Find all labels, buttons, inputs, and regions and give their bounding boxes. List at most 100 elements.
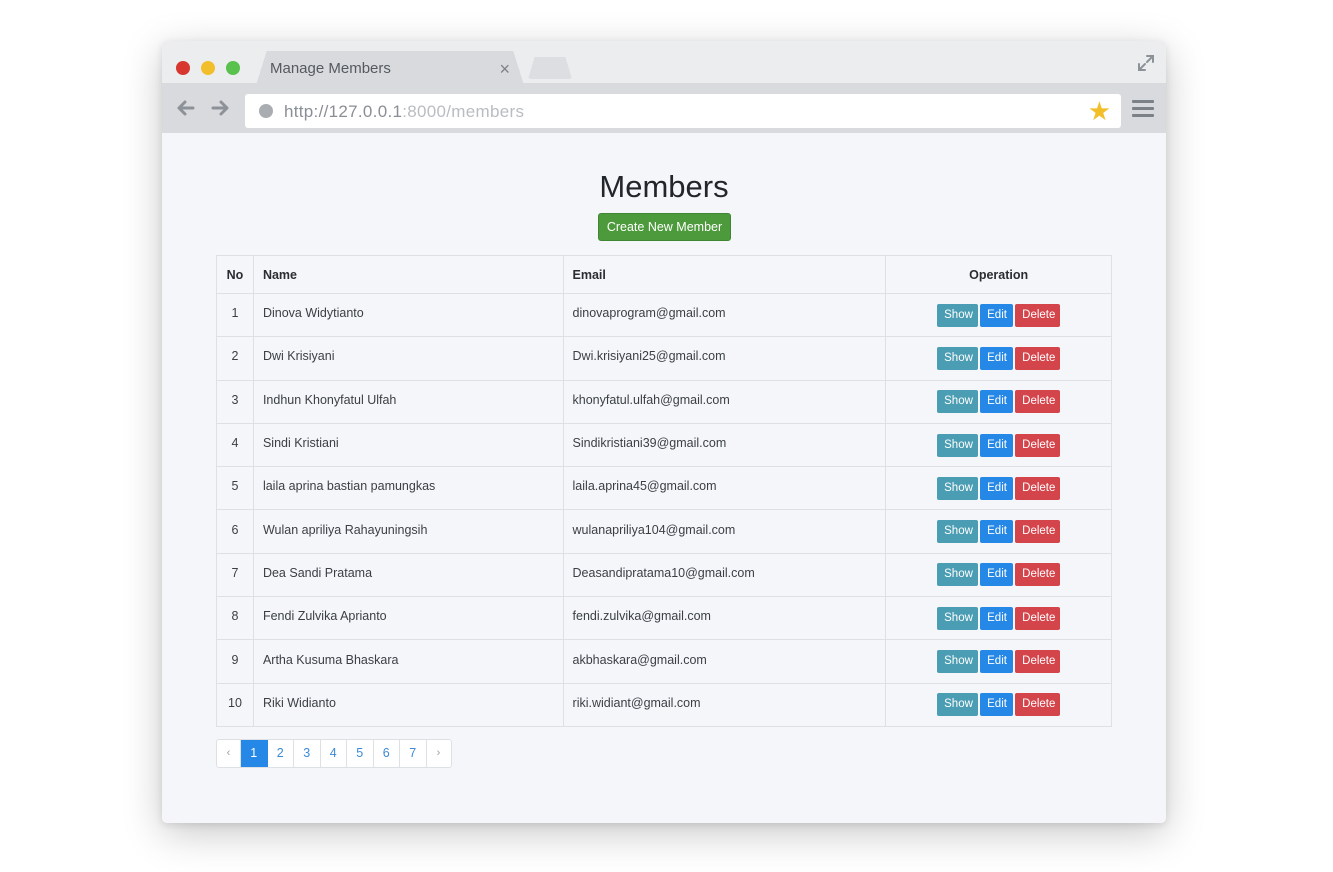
row-number: 8 [216, 596, 254, 641]
new-tab-button[interactable] [528, 57, 572, 79]
table-row: 8 Fendi Zulvika Aprianto fendi.zulvika@gma… [216, 596, 1112, 641]
show-button[interactable]: Show [937, 476, 979, 500]
operation-cell: Show Edit Delete [885, 379, 1112, 424]
show-button[interactable]: Show [937, 563, 979, 587]
edit-button[interactable]: Edit [980, 520, 1014, 544]
expand-icon[interactable] [1136, 53, 1156, 73]
site-info-icon[interactable] [259, 104, 273, 118]
show-button[interactable]: Show [937, 303, 979, 327]
member-email: riki.widiant@gmail.com [562, 682, 887, 727]
edit-button[interactable]: Edit [980, 303, 1014, 327]
delete-button[interactable]: Delete [1015, 390, 1061, 414]
edit-button[interactable]: Edit [980, 476, 1014, 500]
edit-button[interactable]: Edit [980, 693, 1014, 717]
maximize-window-button[interactable] [226, 61, 240, 75]
pagination-page-1[interactable]: 1 [241, 740, 268, 767]
close-window-button[interactable] [176, 61, 190, 75]
member-name: Artha Kusuma Bhaskara [252, 639, 564, 684]
table-row: 7 Dea Sandi Pratama Deasandipratama10@gmai… [216, 552, 1112, 598]
delete-button[interactable]: Delete [1015, 346, 1061, 370]
member-email: wulanapriliya104@gmail.com [562, 509, 887, 554]
header-email: Email [562, 255, 887, 294]
delete-button[interactable]: Delete [1015, 563, 1061, 587]
create-new-member-button[interactable]: Create New Member [598, 213, 731, 241]
edit-button[interactable]: Edit [980, 433, 1014, 457]
hamburger-menu-icon[interactable] [1132, 100, 1154, 118]
row-number: 6 [216, 509, 254, 554]
member-name: laila aprina bastian pamungkas [252, 466, 564, 511]
address-bar[interactable]: http://127.0.0.1:8000/members ★ [245, 94, 1121, 128]
url-path: :8000/members [402, 102, 525, 121]
member-name: Riki Widianto [252, 682, 564, 727]
pagination-page-6[interactable]: 6 [374, 740, 400, 767]
member-email: Sindikristiani39@gmail.com [562, 422, 887, 468]
row-number: 4 [216, 422, 254, 468]
delete-button[interactable]: Delete [1015, 693, 1061, 717]
show-button[interactable]: Show [937, 606, 979, 630]
edit-button[interactable]: Edit [980, 606, 1014, 630]
pagination-page-4[interactable]: 4 [321, 740, 347, 767]
table-row: 9 Artha Kusuma Bhaskara akbhaskara@gmail.c… [216, 639, 1112, 684]
row-number: 10 [216, 682, 254, 727]
pagination-page-3[interactable]: 3 [294, 740, 321, 767]
member-email: dinovaprogram@gmail.com [562, 292, 887, 338]
member-name: Fendi Zulvika Aprianto [252, 596, 564, 641]
browser-toolbar: http://127.0.0.1:8000/members ★ [162, 83, 1166, 133]
member-email: laila.aprina45@gmail.com [562, 466, 887, 511]
show-button[interactable]: Show [937, 693, 979, 717]
edit-button[interactable]: Edit [980, 390, 1014, 414]
member-email: fendi.zulvika@gmail.com [562, 596, 887, 641]
pagination-page-7[interactable]: 7 [400, 740, 427, 767]
arrow-right-icon[interactable] [208, 96, 232, 120]
delete-button[interactable]: Delete [1015, 520, 1061, 544]
operation-cell: Show Edit Delete [885, 682, 1112, 727]
show-button[interactable]: Show [937, 650, 979, 674]
delete-button[interactable]: Delete [1015, 476, 1061, 500]
operation-cell: Show Edit Delete [885, 639, 1112, 684]
table-row: 2 Dwi Krisiyani Dwi.krisiyani25@gmail.com S… [216, 336, 1112, 381]
operation-cell: Show Edit Delete [885, 509, 1112, 554]
tab-close-icon[interactable]: × [499, 59, 510, 80]
operation-cell: Show Edit Delete [885, 552, 1112, 598]
tab-title: Manage Members [270, 60, 391, 77]
header-name: Name [252, 255, 564, 294]
page-content: Members Create New Member No Name Email … [162, 133, 1166, 823]
delete-button[interactable]: Delete [1015, 606, 1061, 630]
delete-button[interactable]: Delete [1015, 650, 1061, 674]
minimize-window-button[interactable] [201, 61, 215, 75]
show-button[interactable]: Show [937, 390, 979, 414]
edit-button[interactable]: Edit [980, 346, 1014, 370]
bookmark-star-icon[interactable]: ★ [1088, 98, 1111, 124]
edit-button[interactable]: Edit [980, 650, 1014, 674]
header-no: No [216, 255, 254, 294]
browser-window: Manage Members × http://127.0.0.1:8000/m… [162, 41, 1166, 823]
member-name: Wulan apriliya Rahayuningsih [252, 509, 564, 554]
member-email: akbhaskara@gmail.com [562, 639, 887, 684]
members-table: No Name Email Operation 1 Dinova Widytian… [216, 255, 1112, 727]
delete-button[interactable]: Delete [1015, 303, 1061, 327]
show-button[interactable]: Show [937, 346, 979, 370]
pagination-page-5[interactable]: 5 [347, 740, 374, 767]
browser-titlebar: Manage Members × [162, 41, 1166, 85]
table-header-row: No Name Email Operation [216, 255, 1112, 294]
edit-button[interactable]: Edit [980, 563, 1014, 587]
pagination-next[interactable]: › [427, 740, 451, 767]
row-number: 3 [216, 379, 254, 424]
browser-tab[interactable]: Manage Members × [256, 51, 524, 85]
pagination-page-2[interactable]: 2 [268, 740, 294, 767]
row-number: 2 [216, 336, 254, 381]
member-name: Indhun Khonyfatul Ulfah [252, 379, 564, 424]
show-button[interactable]: Show [937, 520, 979, 544]
url-text[interactable]: http://127.0.0.1:8000/members [284, 102, 524, 122]
page-title: Members [599, 169, 729, 204]
table-row: 3 Indhun Khonyfatul Ulfah khonyfatul.ulfah… [216, 379, 1112, 424]
show-button[interactable]: Show [937, 433, 979, 457]
member-name: Dwi Krisiyani [252, 336, 564, 381]
pagination-prev[interactable]: ‹ [217, 740, 241, 767]
table-row: 6 Wulan apriliya Rahayuningsih wulanaprili… [216, 509, 1112, 554]
operation-cell: Show Edit Delete [885, 466, 1112, 511]
arrow-left-icon[interactable] [174, 96, 198, 120]
member-name: Sindi Kristiani [252, 422, 564, 468]
delete-button[interactable]: Delete [1015, 433, 1061, 457]
pagination: ‹ 1 2 3 4 5 6 7 › [216, 739, 452, 768]
